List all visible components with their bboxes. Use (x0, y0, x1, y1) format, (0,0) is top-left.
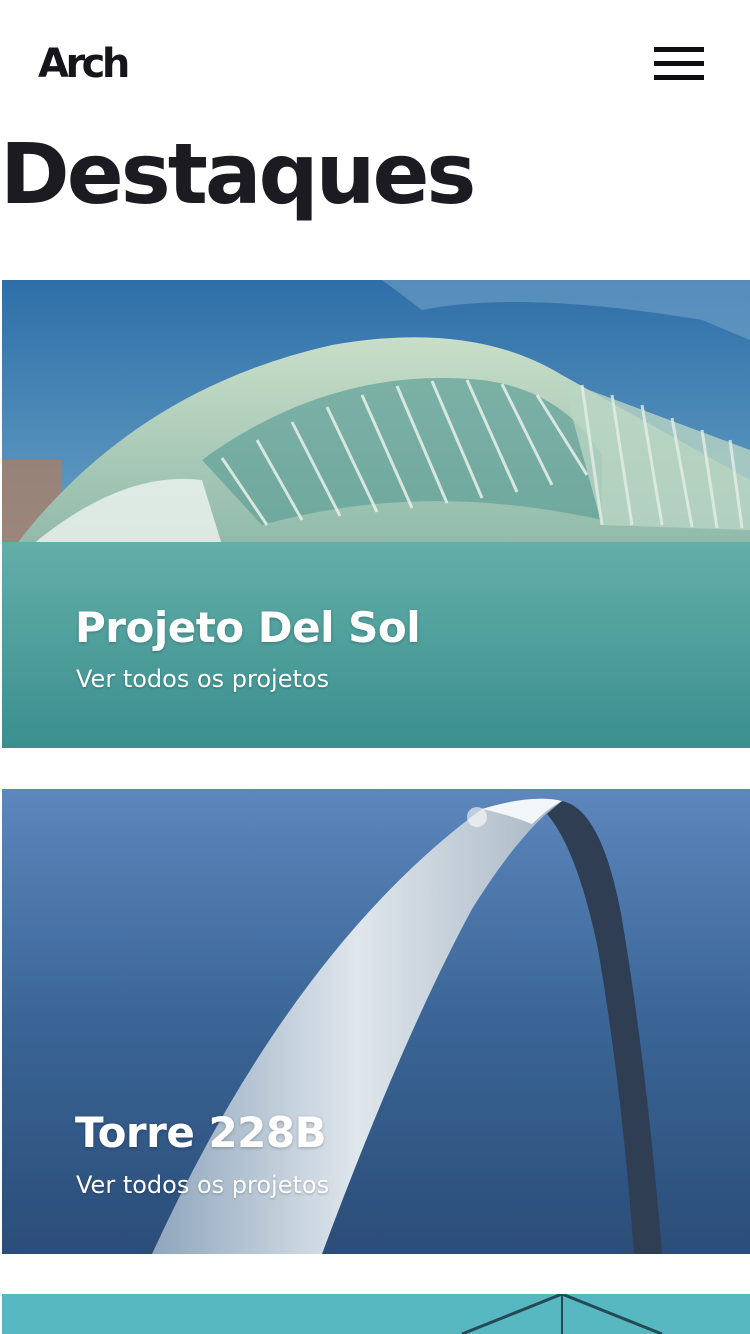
brand-logo[interactable]: Arch (38, 44, 130, 84)
project-card-projeto-del-sol[interactable]: Projeto Del Sol Ver todos os projetos (2, 280, 750, 748)
project-card-torre-228b[interactable]: Torre 228B Ver todos os projetos (2, 789, 750, 1254)
app-header: Arch (0, 0, 750, 130)
page-title: Destaques (0, 125, 476, 223)
project-title: Projeto Del Sol (75, 603, 421, 652)
view-all-projects-link[interactable]: Ver todos os projetos (76, 667, 329, 691)
project-card-third[interactable] (2, 1294, 750, 1334)
project-title: Torre 228B (75, 1108, 327, 1157)
menu-bar (654, 47, 704, 52)
menu-bar (654, 61, 704, 66)
hamburger-menu-icon[interactable] (652, 44, 706, 84)
view-all-projects-link[interactable]: Ver todos os projetos (76, 1173, 329, 1197)
menu-bar (654, 75, 704, 80)
project-image-teal-structure (2, 1294, 750, 1334)
